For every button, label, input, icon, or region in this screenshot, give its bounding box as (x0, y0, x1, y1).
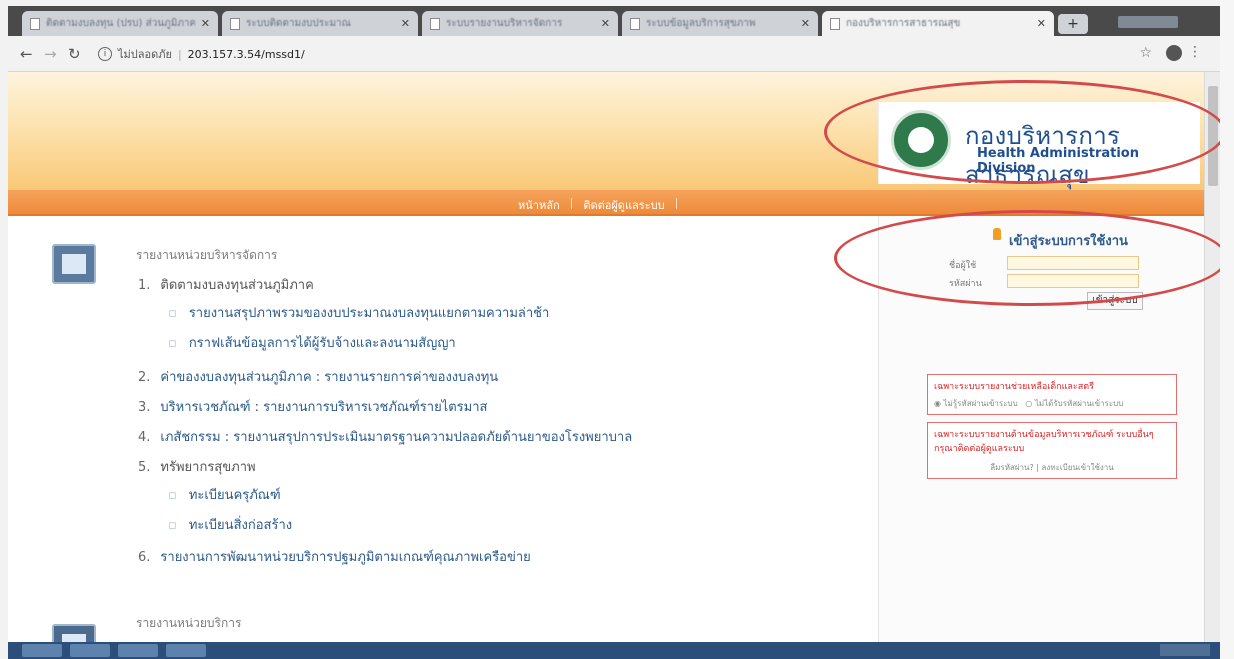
tab-title: ระบบรายงานบริหารจัดการ (446, 18, 563, 29)
close-tab-icon[interactable]: ✕ (801, 17, 810, 30)
login-button[interactable]: เข้าสู่ระบบ (1087, 292, 1143, 310)
password-input[interactable] (1007, 274, 1139, 288)
menu-link-6[interactable]: 6. รายงานการพัฒนาหน่วยบริการปฐมภูมิตามเกณ… (138, 546, 531, 567)
menu-link-2[interactable]: 2. ค่าของงบลงทุนส่วนภูมิภาค : รายงานรายกา… (138, 366, 498, 387)
taskbar-clock (1160, 644, 1210, 656)
tab-title: ระบบข้อมูลบริการสุขภาพ (646, 18, 756, 29)
browser-tab-4[interactable]: ระบบข้อมูลบริการสุขภาพ ✕ (622, 11, 818, 36)
page-icon (630, 17, 640, 30)
address-bar[interactable]: i ไม่ปลอดภัย | 203.157.3.54/mssd1/ (98, 42, 305, 66)
nav-separator: | (674, 196, 679, 209)
web-page: กองบริหารการสาธารณสุข Health Administrat… (8, 72, 1204, 642)
close-tab-icon[interactable]: ✕ (201, 17, 210, 30)
tab-strip: ติดตามงบลงทุน (ปรบ) ส่วนภูมิภาค ✕ ระบบติ… (8, 6, 1220, 36)
login-title: เข้าสู่ระบบการใช้งาน (1009, 234, 1128, 249)
section-title-2: รายงานหน่วยบริการ (136, 616, 242, 630)
tab-title: ระบบติดตามงบประมาณ (246, 18, 351, 29)
close-tab-icon[interactable]: ✕ (1037, 17, 1046, 30)
photo-edge-right (1220, 0, 1234, 659)
radio-button[interactable]: ○ (1025, 399, 1032, 408)
lock-icon (993, 228, 1001, 240)
notice-heading: เฉพาะระบบรายงานด้านข้อมูลบริหารเวชภัณฑ์ … (934, 430, 1154, 454)
page-icon (430, 17, 440, 30)
info-icon[interactable]: i (98, 47, 112, 61)
menu-link-3[interactable]: 3. บริหารเวชภัณฑ์ : รายงานการบริหารเวชภัณ… (138, 396, 487, 417)
page-icon (30, 17, 40, 30)
nav-link-contact[interactable]: ติดต่อผู้ดูแลระบบ (583, 196, 664, 214)
back-arrow-icon[interactable]: ← (20, 45, 33, 63)
notice-options: ◉ ไม่รู้รหัสผ่านเข้าระบบ ○ ไม่ได้รับรหัส… (934, 399, 1124, 408)
taskbar-app[interactable] (118, 644, 158, 657)
browser-tab-active[interactable]: กองบริหารการสาธารณสุข ✕ (822, 11, 1054, 36)
ministry-seal-icon (891, 110, 951, 170)
close-tab-icon[interactable]: ✕ (401, 17, 410, 30)
profile-avatar-icon[interactable] (1166, 45, 1182, 61)
url-text[interactable]: 203.157.3.54/mssd1/ (188, 48, 305, 61)
service-section-icon (52, 624, 96, 642)
photo-edge-left (0, 0, 8, 659)
sidebar: เข้าสู่ระบบการใช้งาน ชื่อผู้ใช้ รหัสผ่าน… (878, 216, 1204, 642)
bookmark-star-icon[interactable]: ☆ (1139, 45, 1152, 61)
menu-link-4[interactable]: 4. เภสัชกรรม : รายงานสรุปการประเมินมาตรฐา… (138, 426, 632, 447)
radio-button[interactable]: ◉ (934, 399, 941, 408)
address-separator: | (177, 47, 182, 61)
report-menu: รายงานหน่วยบริหารจัดการ 1. ติดตามงบลงทุนส… (8, 216, 866, 642)
org-name-english: Health Administration Division (977, 146, 1139, 176)
new-tab-button[interactable]: + (1058, 14, 1088, 34)
taskbar-app[interactable] (70, 644, 110, 657)
submenu-link-buildings[interactable]: ▫ ทะเบียนสิ่งก่อสร้าง (168, 514, 292, 535)
start-button[interactable] (22, 644, 62, 657)
menu-item-5: 5. ทรัพยากรสุขภาพ (138, 460, 256, 475)
notice-heading: เฉพาะระบบรายงานช่วยเหลือเด็กและสตรี (934, 382, 1094, 392)
browser-tab-1[interactable]: ติดตามงบลงทุน (ปรบ) ส่วนภูมิภาค ✕ (22, 11, 218, 36)
os-taskbar (8, 642, 1220, 659)
tab-title: ติดตามงบลงทุน (ปรบ) ส่วนภูมิภาค (46, 18, 195, 29)
browser-toolbar: ← → ↻ i ไม่ปลอดภัย | 203.157.3.54/mssd1/… (8, 36, 1220, 72)
nav-link-home[interactable]: หน้าหลัก (518, 196, 560, 214)
page-icon (830, 17, 840, 30)
forward-arrow-icon[interactable]: → (44, 45, 57, 63)
screenshot-frame: ติดตามงบลงทุน (ปรบ) ส่วนภูมิภาค ✕ ระบบติ… (0, 0, 1234, 659)
password-label: รหัสผ่าน (949, 279, 982, 289)
browser-tab-2[interactable]: ระบบติดตามงบประมาณ ✕ (222, 11, 418, 36)
close-tab-icon[interactable]: ✕ (601, 17, 610, 30)
browser-tab-3[interactable]: ระบบรายงานบริหารจัดการ ✕ (422, 11, 618, 36)
vertical-scrollbar[interactable] (1204, 72, 1220, 642)
account-links[interactable]: ลืมรหัสผ่าน? | ลงทะเบียนเข้าใช้งาน (934, 461, 1170, 474)
submenu-link-contract-graph[interactable]: ▫ กราฟเส้นข้อมูลการได้ผู้รับจ้างและลงนามส… (168, 332, 456, 353)
main-nav-bar: หน้าหลัก | ติดต่อผู้ดูแลระบบ | (8, 190, 1204, 216)
username-label: ชื่อผู้ใช้ (949, 261, 977, 271)
window-controls[interactable] (1118, 16, 1178, 28)
notice-box-pharmacy: เฉพาะระบบรายงานด้านข้อมูลบริหารเวชภัณฑ์ … (927, 422, 1177, 479)
submenu-link-equipment[interactable]: ▫ ทะเบียนครุภัณฑ์ (168, 484, 281, 505)
organization-logo: กองบริหารการสาธารณสุข Health Administrat… (878, 102, 1200, 189)
tab-title: กองบริหารการสาธารณสุข (846, 18, 961, 29)
taskbar-app[interactable] (166, 644, 206, 657)
notice-box-child-women: เฉพาะระบบรายงานช่วยเหลือเด็กและสตรี ◉ ไม… (927, 374, 1177, 415)
section-title: รายงานหน่วยบริหารจัดการ (136, 248, 278, 262)
page-icon (230, 17, 240, 30)
site-banner: กองบริหารการสาธารณสุข Health Administrat… (8, 72, 1204, 190)
browser-menu-icon[interactable]: ⋮ (1188, 44, 1202, 60)
menu-item-1: 1. ติดตามงบลงทุนส่วนภูมิภาค (138, 278, 314, 293)
nav-separator: | (569, 196, 574, 209)
reload-icon[interactable]: ↻ (68, 45, 81, 63)
report-section-icon (52, 244, 96, 284)
submenu-link-budget-summary[interactable]: ▫ รายงานสรุปภาพรวมของงบประมาณงบลงทุนแยกตา… (168, 302, 549, 323)
security-label: ไม่ปลอดภัย (118, 48, 172, 61)
username-input[interactable] (1007, 256, 1139, 270)
